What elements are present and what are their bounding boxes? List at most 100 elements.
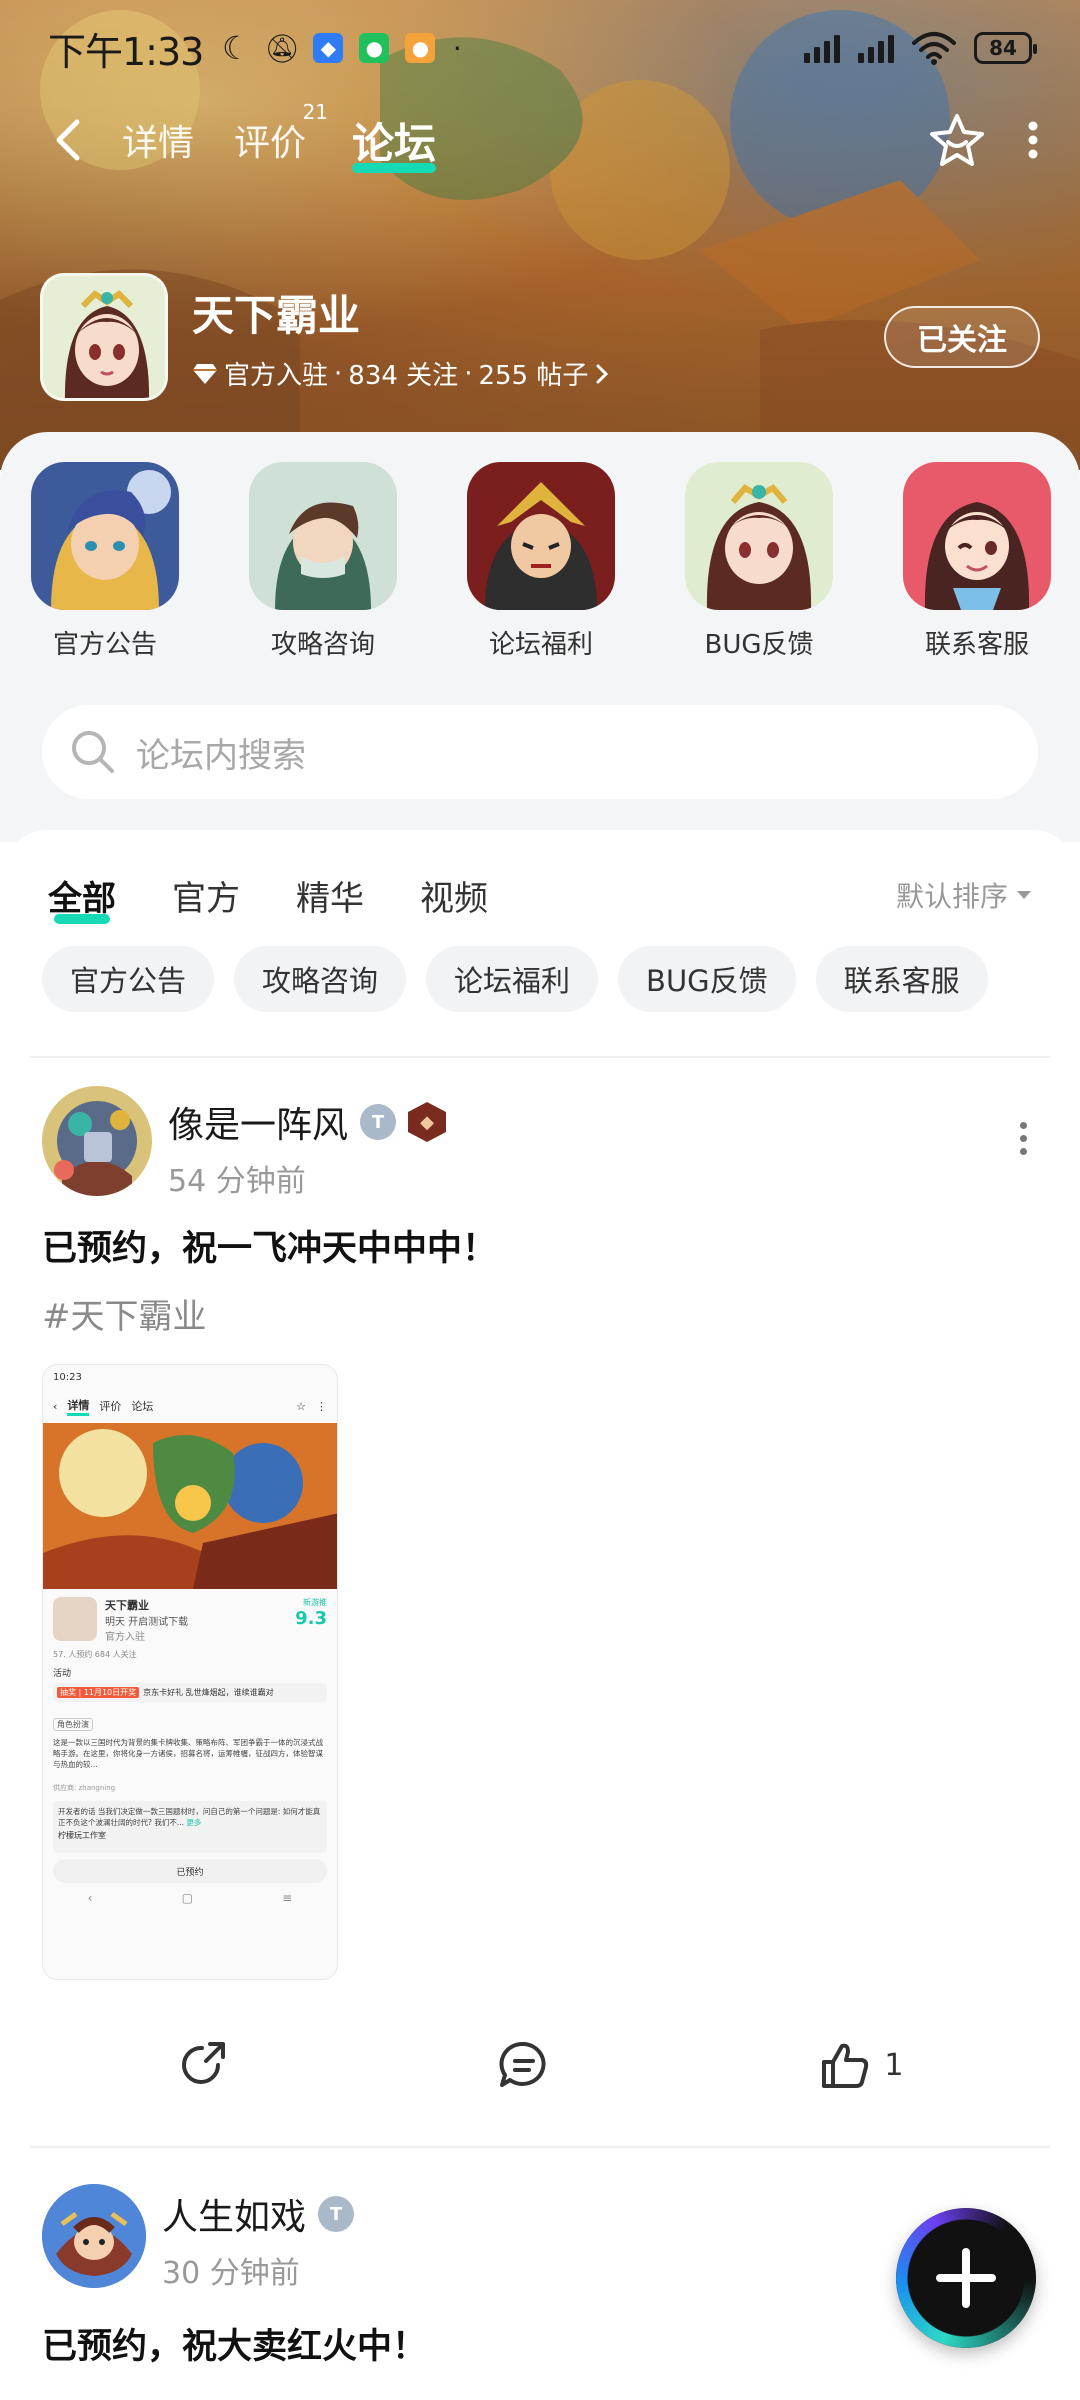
thumb-event: 抽奖 | 11月10日开奖 京东卡好礼 乱世烽烟起，谁续谁霸对 (53, 1683, 327, 1702)
tab-all[interactable]: 全部 (48, 871, 116, 924)
tab-review[interactable]: 评价 21 (234, 100, 328, 166)
chip-strategy[interactable]: 攻略咨询 (234, 946, 407, 1012)
create-post-button[interactable] (896, 2208, 1036, 2348)
message-icon: ● (405, 33, 436, 63)
like-count: 1 (884, 2047, 904, 2083)
category-welfare[interactable]: 论坛福利 (466, 462, 616, 661)
review-count-badge: 21 (302, 100, 329, 124)
official-label: 官方入驻 (224, 361, 329, 391)
thumb-stats: 57. 人预约 684 人关注 (53, 1650, 137, 1659)
signal-icon (804, 33, 840, 63)
thumb-game-sub: 明天 开启测试下载 (105, 1617, 189, 1628)
forum-avatar (40, 273, 168, 401)
wechat-icon: ● (359, 33, 390, 63)
dot-icon: · (452, 31, 462, 65)
category-row: 官方公告 攻略咨询 论坛福利 BUG反馈 联系客服 (0, 432, 1080, 661)
level-badge-icon: T (318, 2196, 355, 2232)
thumb-official: 官方入驻 (105, 1632, 145, 1643)
category-label: BUG反馈 (704, 630, 814, 660)
share-button[interactable] (176, 2039, 228, 2091)
post-more-icon[interactable] (1008, 1086, 1038, 1155)
author-avatar[interactable] (42, 2184, 146, 2288)
followers-count: 834 关注 (348, 361, 459, 391)
forum-title: 天下霸业 (192, 291, 361, 340)
thumb-nav: ‹ 详情 评价 论坛 ☆ ⋮ (43, 1389, 337, 1423)
tab-forum[interactable]: 论坛 (352, 110, 437, 173)
diamond-icon (193, 363, 217, 384)
thumb-section: 角色扮演 (43, 1702, 337, 1731)
thumb-back-icon: ‹ (53, 1399, 58, 1413)
thumbs-up-icon (822, 2043, 869, 2088)
thumb-studio: 柠檬玩工作室 (58, 1831, 106, 1840)
category-label: 攻略咨询 (270, 630, 375, 660)
more-vertical-icon[interactable] (1026, 118, 1040, 162)
rank-badge-icon: ◆ (408, 1102, 447, 1142)
thumb-status: 10:23 (43, 1365, 337, 1389)
post-hashtag[interactable]: #天下霸业 (42, 1289, 1038, 1338)
post-title[interactable]: 已预约，祝大卖红火中！ (42, 2318, 1038, 2369)
chip-customer-service[interactable]: 联系客服 (815, 946, 988, 1012)
author-name[interactable]: 人生如戏 (162, 2188, 306, 2240)
tab-official[interactable]: 官方 (172, 871, 240, 920)
thumb-section-tag: 角色扮演 (53, 1718, 93, 1731)
forum-meta[interactable]: 官方入驻 · 834 关注 · 255 帖子 (192, 355, 610, 392)
thumb-tab: 详情 (67, 1397, 90, 1416)
top-nav: 详情 评价 21 论坛 (0, 100, 1080, 180)
chip-bug-report[interactable]: BUG反馈 (618, 946, 796, 1012)
tab-detail[interactable]: 详情 (122, 114, 194, 166)
thumb-star-icon: ☆ (296, 1399, 306, 1413)
author-avatar[interactable] (42, 1086, 152, 1196)
post-image[interactable]: 10:23 ‹ 详情 评价 论坛 ☆ ⋮ 天下霸业 明天 开启测试下载 官方入驻… (42, 1364, 338, 1980)
chip-welfare[interactable]: 论坛福利 (426, 946, 599, 1012)
thumb-desc: 这是一款以三国时代为背景的集卡牌收集、策略布阵、军团争霸于一体的沉浸式战略手游。… (53, 1738, 323, 1769)
plus-icon (936, 2248, 996, 2308)
comment-button[interactable] (497, 2039, 551, 2091)
post-card[interactable]: 像是一阵风 T ◆ 54 分钟前 已预约，祝一飞冲天中中中！ #天下霸业 10:… (0, 1058, 1080, 2110)
post-title[interactable]: 已预约，祝一飞冲天中中中！ (42, 1220, 1038, 1271)
thumb-game-name: 天下霸业 (105, 1599, 149, 1612)
forum-top-card: 官方公告 攻略咨询 论坛福利 BUG反馈 联系客服 论坛内搜索 (0, 432, 1080, 842)
follow-button[interactable]: 已关注 (884, 306, 1040, 368)
like-button[interactable]: 1 (820, 2040, 904, 2090)
category-image (467, 462, 615, 610)
filter-chips: 官方公告 攻略咨询 论坛福利 BUG反馈 联系客服 (0, 930, 1080, 1012)
wifi-icon (912, 32, 956, 65)
category-image (31, 462, 179, 610)
sort-label: 默认排序 (895, 880, 1008, 913)
tab-featured[interactable]: 精华 (296, 871, 364, 920)
category-strategy[interactable]: 攻略咨询 (248, 462, 398, 661)
comment-icon (500, 2041, 546, 2087)
category-bug-report[interactable]: BUG反馈 (684, 462, 834, 661)
thumb-activity: 活动 (53, 1669, 72, 1679)
category-official-notice[interactable]: 官方公告 (30, 462, 180, 661)
tab-review-label: 评价 (234, 123, 307, 164)
thumb-reserved-button: 已预约 (53, 1859, 327, 1883)
feed-panel: 全部 官方 精华 视频 默认排序 官方公告 攻略咨询 论坛福利 BUG反馈 联系… (0, 830, 1080, 2400)
post-time: 54 分钟前 (168, 1164, 306, 1199)
search-input[interactable]: 论坛内搜索 (42, 705, 1038, 799)
favorite-star-icon[interactable] (928, 112, 986, 168)
caret-down-icon (1017, 891, 1031, 899)
thumb-event-text: 京东卡好礼 乱世烽烟起，谁续谁霸对 (143, 1688, 274, 1697)
tab-video[interactable]: 视频 (420, 871, 488, 920)
forum-header: 天下霸业 官方入驻 · 834 关注 · 255 帖子 已关注 (40, 272, 1040, 402)
thumb-more-link: 更多 (186, 1818, 202, 1827)
sort-dropdown[interactable]: 默认排序 (896, 875, 1032, 915)
thumb-more-icon: ⋮ (316, 1399, 327, 1413)
status-bar: 下午1:33 ☾ 🔕︎ ◆ ● ● · 84 (0, 0, 1080, 96)
back-button[interactable] (40, 112, 96, 168)
signal-icon-2 (858, 33, 894, 63)
author-name[interactable]: 像是一阵风 (168, 1096, 348, 1148)
post-actions: 1 (42, 1980, 1038, 2110)
category-label: 官方公告 (52, 630, 157, 660)
thumb-event-tag: 抽奖 | 11月10日开奖 (57, 1687, 140, 1698)
category-customer-service[interactable]: 联系客服 (902, 462, 1052, 661)
thumb-score-label: 新游推 (303, 1598, 327, 1607)
thumb-dev-note: 开发者的话 当我们决定做一款三国题材时，问自己的第一个问题是: 如何才能真正不负… (53, 1801, 327, 1853)
search-placeholder: 论坛内搜索 (136, 735, 306, 776)
chip-official-notice[interactable]: 官方公告 (42, 946, 215, 1012)
meta-separator: · (464, 358, 473, 389)
category-image (903, 462, 1051, 610)
share-icon (182, 2042, 226, 2084)
feed-tabs: 全部 官方 精华 视频 默认排序 (0, 830, 1080, 930)
